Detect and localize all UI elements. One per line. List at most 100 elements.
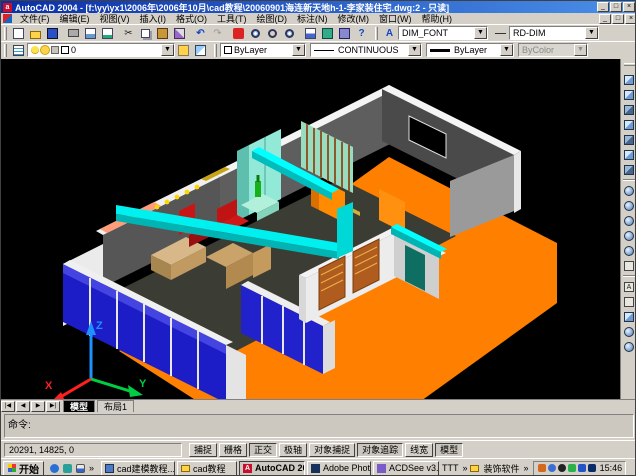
command-line-window[interactable]: 命令: (1, 412, 636, 440)
redo-icon[interactable]: ↷ (209, 26, 226, 41)
text-style-dropdown[interactable]: DIM_FONT ▼ (398, 26, 488, 40)
task-autocad[interactable]: A AutoCAD 200... (239, 461, 305, 476)
fog-icon[interactable] (622, 324, 636, 339)
browser-icon[interactable] (50, 464, 59, 473)
tab-model[interactable]: 模型 (63, 400, 95, 412)
snap-toggle[interactable]: 捕捉 (189, 443, 217, 457)
hidden-icon[interactable] (622, 102, 636, 117)
toolbar-grip[interactable] (4, 44, 7, 57)
dropdown-arrow-icon[interactable]: ▼ (161, 44, 174, 56)
plot-preview-icon[interactable] (82, 26, 99, 41)
drawing-canvas[interactable]: Z Y X A (1, 59, 636, 399)
close-button[interactable]: × (623, 2, 635, 12)
flat-shaded-icon[interactable] (622, 117, 636, 132)
copy-icon[interactable] (137, 26, 154, 41)
task-acdsee[interactable]: ACDSee v3.1... (373, 461, 439, 476)
open-icon[interactable] (27, 26, 44, 41)
gouraud-shaded-icon[interactable] (622, 132, 636, 147)
zoom-window-icon[interactable] (264, 26, 281, 41)
layer-freeze-icon[interactable] (41, 46, 49, 54)
make-object-layer-current-icon[interactable] (175, 43, 192, 58)
tab-first-icon[interactable]: |◀ (1, 401, 15, 412)
layer-manager-icon[interactable] (10, 43, 27, 58)
dropdown-arrow-icon[interactable]: ▼ (292, 44, 305, 56)
lineweight-toggle[interactable]: 线宽 (405, 443, 433, 457)
statistics-icon[interactable] (622, 258, 636, 273)
plot-icon[interactable] (65, 26, 82, 41)
tab-prev-icon[interactable]: ◀ (16, 401, 30, 412)
designcenter-icon[interactable] (319, 26, 336, 41)
show-desktop-icon[interactable] (63, 464, 72, 473)
tray-icon-4[interactable] (568, 464, 576, 472)
otrack-toggle[interactable]: 对象追踪 (357, 443, 403, 457)
cut-icon[interactable]: ✂ (120, 26, 137, 41)
gouraud-shaded-edges-icon[interactable] (622, 162, 636, 177)
minimize-button[interactable]: _ (597, 2, 609, 12)
doc-close-button[interactable]: × (625, 14, 636, 24)
command-prompt[interactable]: 命令: (4, 414, 634, 438)
tray-icon-5[interactable] (578, 464, 586, 472)
tray-icon-1[interactable] (538, 464, 546, 472)
osnap-toggle[interactable]: 对象捕捉 (309, 443, 355, 457)
render-icon[interactable] (622, 198, 636, 213)
toolbar-grip[interactable] (624, 63, 635, 66)
zoom-previous-icon[interactable] (281, 26, 298, 41)
lineweight-dropdown[interactable]: ByLayer ▼ (426, 43, 514, 57)
2d-wireframe-icon[interactable] (622, 72, 636, 87)
task-cad-tutorial-folder[interactable]: cad教程 (177, 461, 237, 476)
hide-icon[interactable] (622, 183, 636, 198)
polar-toggle[interactable]: 极轴 (279, 443, 307, 457)
chevron-icon[interactable]: » (463, 463, 468, 473)
task-photoshop[interactable]: Adobe Photo... (307, 461, 371, 476)
mapping-icon[interactable] (622, 339, 636, 354)
task-cad-modeling-tutorial[interactable]: cad建模教程... (101, 461, 175, 476)
layer-lock-icon[interactable] (51, 46, 59, 54)
spelling-icon[interactable] (99, 26, 116, 41)
dropdown-arrow-icon[interactable]: ▼ (500, 44, 513, 56)
paste-icon[interactable] (154, 26, 171, 41)
tray-icon-2[interactable] (548, 464, 556, 472)
dim-style-icon[interactable] (492, 26, 509, 41)
tab-next-icon[interactable]: ▶ (31, 401, 45, 412)
pan-realtime-icon[interactable] (230, 26, 247, 41)
taskbar-toolbar-label[interactable]: 装饰软件 (484, 462, 520, 475)
tab-layout1[interactable]: 布局1 (97, 400, 134, 412)
lights-icon[interactable] (622, 228, 636, 243)
dropdown-arrow-icon[interactable]: ▼ (408, 44, 421, 56)
tab-last-icon[interactable]: ▶| (46, 401, 60, 412)
color-dropdown[interactable]: ByLayer ▼ (220, 43, 306, 57)
layer-previous-icon[interactable] (192, 43, 209, 58)
ortho-toggle[interactable]: 正交 (249, 443, 277, 457)
document-icon[interactable] (3, 14, 12, 23)
landscape-icon[interactable] (622, 294, 636, 309)
zoom-realtime-icon[interactable] (247, 26, 264, 41)
chevron-icon[interactable]: » (524, 463, 529, 473)
doc-minimize-button[interactable]: _ (599, 14, 611, 24)
linetype-dropdown[interactable]: CONTINUOUS ▼ (310, 43, 422, 57)
render-text-icon[interactable]: A (622, 279, 636, 294)
language-indicator[interactable]: TTT (442, 463, 459, 473)
toolbar-grip[interactable] (4, 27, 7, 40)
new-icon[interactable] (10, 26, 27, 41)
undo-icon[interactable]: ↶ (192, 26, 209, 41)
materials-icon[interactable] (622, 243, 636, 258)
save-icon[interactable] (44, 26, 61, 41)
help-icon[interactable]: ? (353, 26, 370, 41)
text-style-icon[interactable]: A (381, 26, 398, 41)
background-icon[interactable] (622, 309, 636, 324)
scenes-icon[interactable] (622, 213, 636, 228)
match-properties-icon[interactable] (171, 26, 188, 41)
model-toggle[interactable]: 模型 (435, 443, 463, 457)
layer-on-icon[interactable] (31, 46, 39, 54)
flat-shaded-edges-icon[interactable] (622, 147, 636, 162)
doc-restore-button[interactable]: □ (612, 14, 624, 24)
tray-icon-3[interactable] (558, 464, 566, 472)
layer-dropdown[interactable]: 0 ▼ (27, 43, 175, 57)
chevron-icon[interactable]: » (89, 463, 94, 473)
maximize-button[interactable]: □ (610, 2, 622, 12)
dropdown-arrow-icon[interactable]: ▼ (585, 27, 598, 39)
start-button[interactable]: 开始 (3, 461, 44, 476)
properties-icon[interactable] (302, 26, 319, 41)
dim-style-dropdown[interactable]: RD-DIM ▼ (509, 26, 599, 40)
tool-palettes-icon[interactable] (336, 26, 353, 41)
